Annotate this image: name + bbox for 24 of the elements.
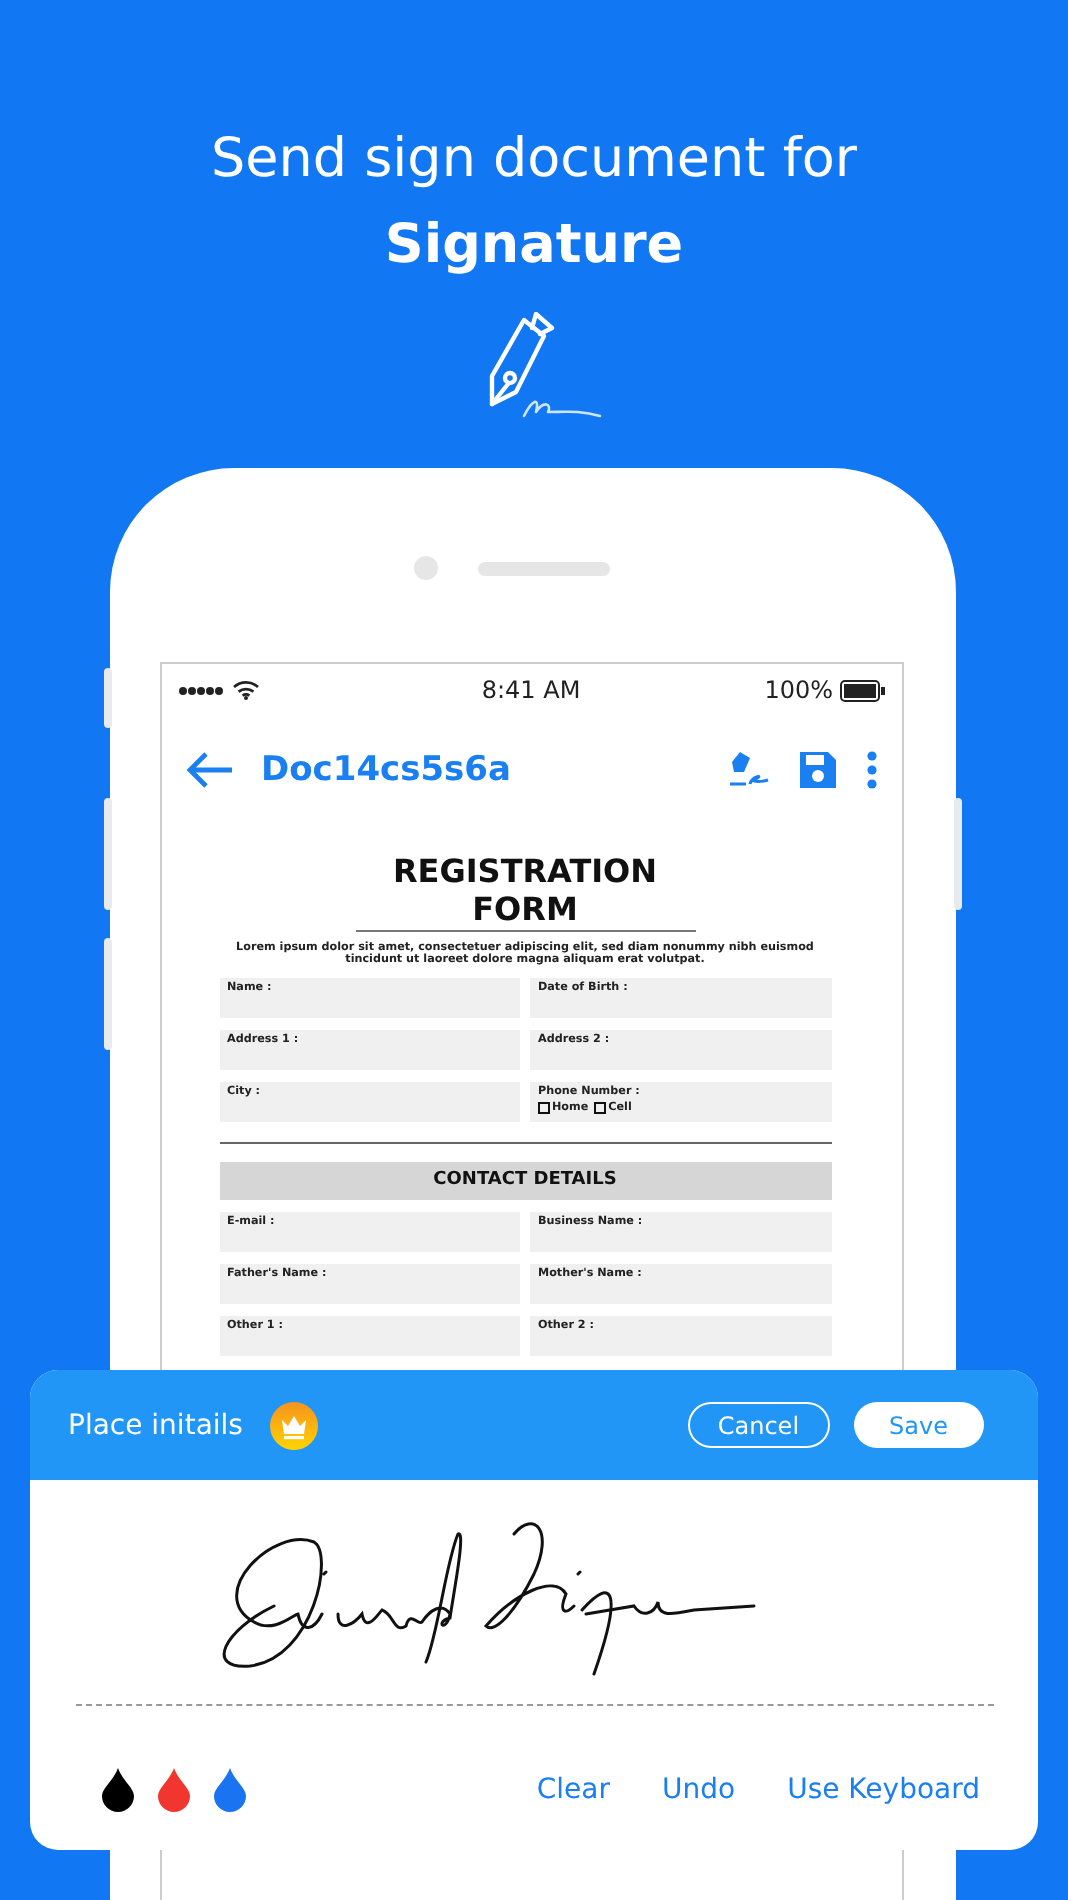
form-title: REGISTRATION FORM bbox=[355, 852, 695, 932]
wifi-icon bbox=[231, 680, 259, 700]
more-icon[interactable] bbox=[865, 750, 877, 790]
status-time: 8:41 AM bbox=[481, 676, 581, 704]
headline: Send sign document for bbox=[211, 126, 857, 194]
signal-icon bbox=[177, 685, 225, 695]
section-heading: CONTACT DETAILS bbox=[219, 1162, 831, 1200]
headline: Signature bbox=[382, 212, 686, 280]
crown-icon bbox=[270, 1401, 319, 1449]
speaker-icon bbox=[477, 562, 609, 576]
ink-drop-icon[interactable] bbox=[102, 1768, 134, 1812]
pen-sign-icon[interactable] bbox=[725, 748, 769, 792]
checkbox[interactable] bbox=[538, 1102, 550, 1114]
action-link[interactable]: Use Keyboard bbox=[787, 1774, 980, 1806]
back-icon[interactable] bbox=[185, 752, 233, 788]
save-icon[interactable] bbox=[797, 750, 837, 790]
panel-title: Place initails bbox=[68, 1409, 243, 1441]
battery-level: 100% bbox=[764, 676, 834, 704]
action-link[interactable]: Undo bbox=[662, 1774, 736, 1806]
action-link[interactable]: Clear bbox=[536, 1774, 610, 1806]
checkbox[interactable] bbox=[594, 1102, 607, 1114]
camera-icon bbox=[413, 556, 437, 580]
battery-icon bbox=[839, 679, 886, 701]
document-title: Doc14cs5s6a bbox=[261, 750, 513, 790]
